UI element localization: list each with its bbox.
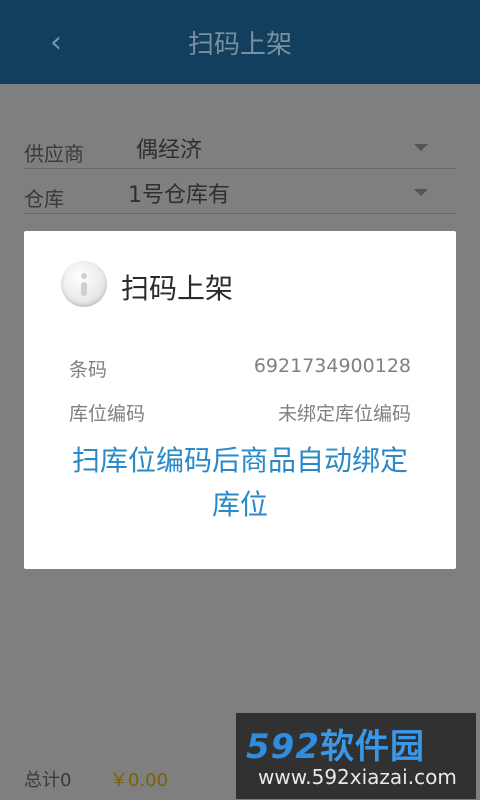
location-row: 库位编码 未绑定库位编码 [69, 399, 411, 426]
warehouse-select[interactable]: 仓库 1号仓库有 [24, 173, 456, 214]
page-title: 扫码上架 [187, 30, 292, 60]
watermark: 592软件园 www.592xiazai.com [236, 713, 476, 799]
barcode-value: 6921734900128 [253, 355, 411, 377]
warehouse-value: 1号仓库有 [128, 183, 230, 208]
app-header: ‹ 扫码上架 [0, 0, 480, 84]
supplier-select[interactable]: 供应商 偶经济 [24, 128, 456, 169]
dialog-message: 扫库位编码后商品自动绑定库位 [71, 444, 408, 521]
watermark-logo-text: 软件园 [319, 727, 425, 767]
barcode-row: 条码 6921734900128 [69, 355, 411, 382]
info-icon [61, 261, 107, 307]
barcode-label: 条码 [69, 359, 108, 381]
dropdown-caret-icon [414, 189, 428, 196]
warehouse-label: 仓库 [24, 187, 64, 211]
supplier-value: 偶经济 [136, 138, 203, 163]
scan-dialog: 扫码上架 条码 6921734900128 库位编码 未绑定库位编码 扫库位编码… [24, 231, 456, 569]
location-label: 库位编码 [69, 403, 146, 425]
location-value: 未绑定库位编码 [277, 403, 411, 425]
dialog-title: 扫码上架 [121, 272, 234, 305]
watermark-logo: 592软件园 [246, 719, 425, 768]
supplier-label: 供应商 [24, 142, 84, 166]
total-count: 总计0 [24, 770, 72, 791]
total-amount: ￥0.00 [110, 770, 169, 791]
watermark-logo-number: 592 [246, 727, 320, 767]
dropdown-caret-icon [414, 144, 428, 151]
watermark-url: www.592xiazai.com [258, 765, 457, 789]
